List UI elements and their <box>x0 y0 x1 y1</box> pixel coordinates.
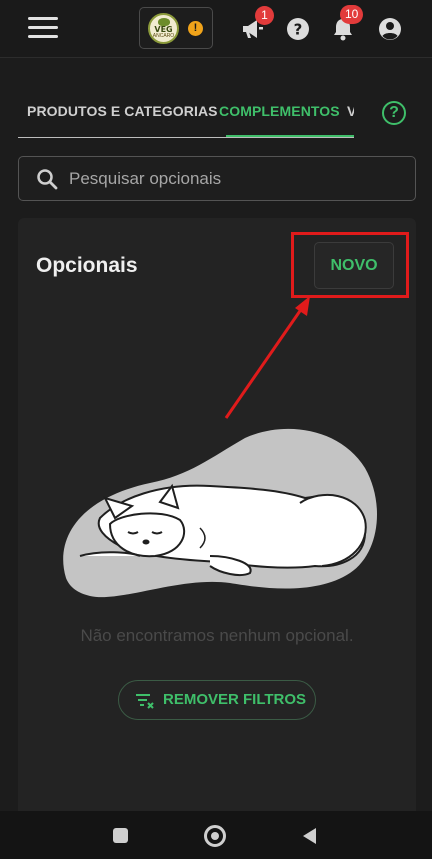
empty-state-message: Não encontramos nenhum opcional. <box>80 626 354 645</box>
notifications-badge: 10 <box>340 5 364 24</box>
active-tab-indicator <box>226 135 354 137</box>
remove-filters-label: REMOVER FILTROS <box>163 691 307 708</box>
tab-produtos-e-categorias[interactable]: PRODUTOS E CATEGORIAS <box>27 90 218 137</box>
search-field <box>18 156 416 201</box>
tab-next-truncated[interactable]: V <box>347 90 354 137</box>
help-circle-icon[interactable]: ? <box>382 101 406 125</box>
top-bar: VEG ANCARO ! 1 ? 10 <box>0 0 432 58</box>
svg-text:?: ? <box>294 21 303 39</box>
home-icon[interactable] <box>204 825 226 847</box>
account-icon[interactable] <box>377 16 403 42</box>
tabs-bar: PRODUTOS E CATEGORIAS COMPLEMENTOS V <box>18 90 354 138</box>
search-icon <box>37 169 58 190</box>
recent-apps-icon[interactable] <box>113 828 128 843</box>
search-input[interactable] <box>69 157 399 200</box>
store-logo: VEG ANCARO <box>148 13 179 44</box>
tab-complementos[interactable]: COMPLEMENTOS <box>219 90 340 137</box>
filter-remove-icon <box>136 694 154 709</box>
optionals-panel: Opcionais NOVO Não encontramos nenhum op… <box>18 218 416 818</box>
back-icon[interactable] <box>300 826 318 846</box>
new-optional-button[interactable]: NOVO <box>314 242 394 289</box>
sleeping-cat-illustration <box>63 428 377 598</box>
announcements-badge: 1 <box>255 6 274 25</box>
hamburger-menu-icon[interactable] <box>28 17 58 39</box>
remove-filters-button[interactable]: REMOVER FILTROS <box>118 680 316 720</box>
system-navigation-bar <box>0 811 432 859</box>
warning-icon: ! <box>188 21 203 36</box>
panel-title: Opcionais <box>36 254 138 277</box>
help-icon[interactable]: ? <box>285 16 311 42</box>
store-selector-button[interactable]: VEG ANCARO ! <box>139 7 213 49</box>
